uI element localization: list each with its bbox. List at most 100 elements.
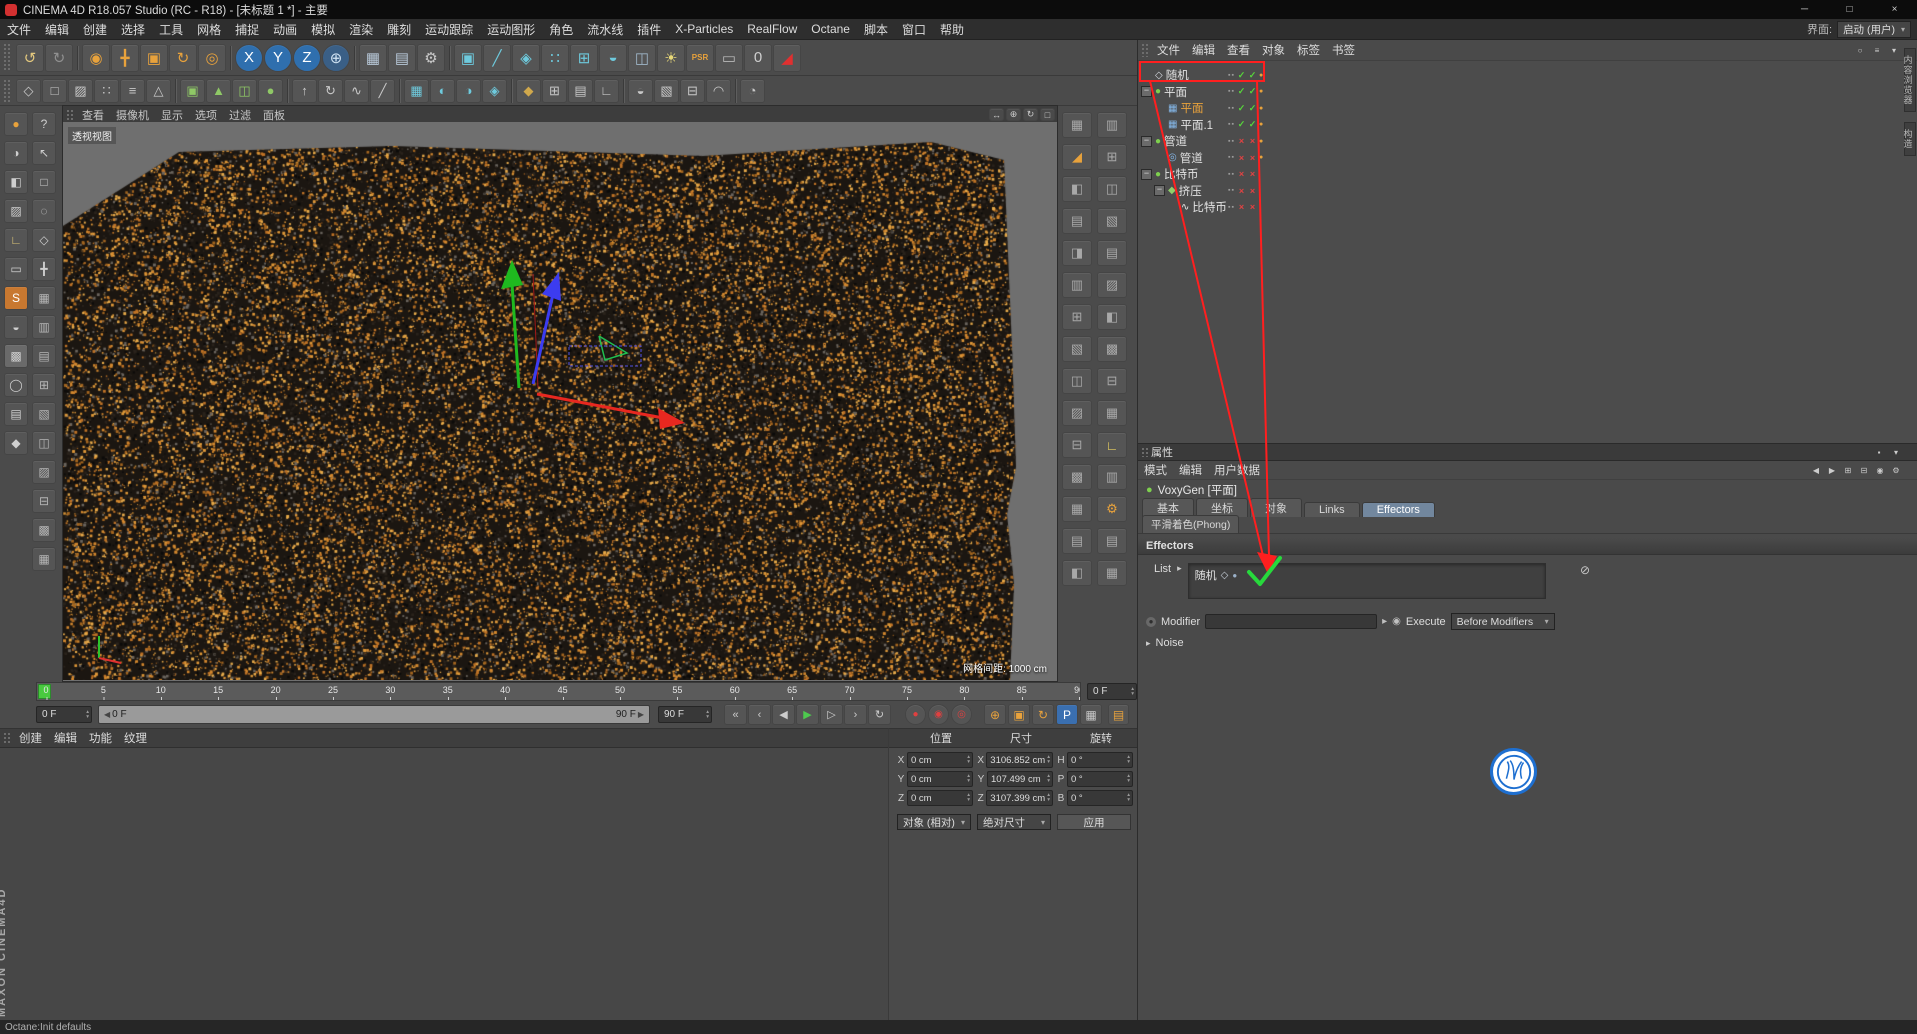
effector-list[interactable]: 随机 ◇ ●	[1188, 563, 1546, 599]
stepper-icon[interactable]: ▴▾	[967, 774, 970, 784]
ruler-frame-field[interactable]: 0 F ▴▾	[1087, 683, 1137, 700]
menubar-item-21[interactable]: 窗口	[902, 21, 926, 38]
coord-field[interactable]: 0 cm▴▾	[907, 771, 973, 787]
boole-icon[interactable]: ◐	[430, 79, 455, 103]
lock-y-icon[interactable]: Y	[264, 44, 292, 72]
viewport-menu-1[interactable]: 查看	[82, 107, 104, 123]
viewport[interactable]: 查看摄像机显示选项过滤面板 ↔⊕↻□ 透视视图 网格间距: 1000 cm	[62, 105, 1058, 682]
end-frame-stepper-icon[interactable]: ▴▾	[706, 710, 709, 720]
material-menu-2[interactable]: 编辑	[54, 730, 77, 746]
sphere-grid-icon[interactable]: ◯	[4, 373, 28, 397]
grid-tool-icon-8[interactable]: ⊟	[32, 489, 56, 513]
render-view-icon[interactable]: ▦	[359, 44, 387, 72]
object-row-2[interactable]: −●平面▪▪✓✓●	[1138, 84, 1917, 101]
menubar-item-5[interactable]: 工具	[159, 21, 183, 38]
menubar-item-18[interactable]: RealFlow	[747, 22, 797, 36]
timeline-ruler[interactable]: 051015202530354045505560657075808590	[36, 682, 1081, 701]
stepper-icon[interactable]: ▴▾	[1127, 755, 1130, 765]
coord-field[interactable]: 0 cm▴▾	[907, 752, 973, 768]
rotate-view-icon[interactable]: ↻	[1023, 108, 1038, 121]
editor-enable-icon[interactable]: ×	[1237, 136, 1246, 146]
coord-field[interactable]: 107.499 cm▴▾	[987, 771, 1053, 787]
size-mode-select[interactable]: 绝对尺寸 ▾	[977, 814, 1051, 830]
menubar-item-7[interactable]: 捕捉	[235, 21, 259, 38]
cube-kit-icon[interactable]: ▦	[1062, 112, 1092, 138]
noise-expand-icon[interactable]: ▸	[1146, 638, 1151, 649]
viewport-grip[interactable]	[66, 109, 73, 120]
render-enable-icon[interactable]: ✓	[1248, 103, 1257, 114]
coord-field[interactable]: 3106.852 cm▴▾	[986, 752, 1053, 768]
texture-mode-icon[interactable]: ▨	[68, 79, 93, 103]
editor-enable-icon[interactable]: ×	[1237, 202, 1246, 212]
stepper-down-icon[interactable]: ▾	[1047, 779, 1050, 784]
panel-kit-icon-12[interactable]: ▤	[1062, 528, 1092, 554]
render-enable-icon[interactable]: ×	[1248, 136, 1257, 146]
attr-menu-2[interactable]: 编辑	[1179, 462, 1202, 478]
psr-icon[interactable]: PSR	[686, 44, 714, 72]
scale-icon[interactable]: ▣	[140, 44, 168, 72]
render-enable-icon[interactable]: ×	[1248, 153, 1257, 163]
menubar-item-4[interactable]: 选择	[121, 21, 145, 38]
material-tag-icon[interactable]: ●	[1259, 138, 1267, 145]
spline-pen-icon[interactable]: ╱	[370, 79, 395, 103]
material-menu-3[interactable]: 功能	[89, 730, 112, 746]
render-enable-icon[interactable]: ×	[1248, 202, 1257, 212]
current-frame-field[interactable]: 0 F ▴▾	[36, 706, 92, 723]
hand-tool-icon[interactable]: ◒	[4, 315, 28, 339]
gear-icon[interactable]: ⚙	[1097, 496, 1127, 522]
coord-system-icon[interactable]: ⊕	[322, 44, 350, 72]
next-key-button[interactable]: ›	[844, 704, 867, 725]
undo-icon[interactable]: ↺	[16, 44, 44, 72]
light-icon[interactable]: ☀	[657, 44, 685, 72]
xparticles-red-icon[interactable]: ◢	[773, 44, 801, 72]
search-icon[interactable]: ○	[1853, 44, 1867, 57]
lock-z-icon[interactable]: Z	[293, 44, 321, 72]
pan-view-icon[interactable]: ↔	[989, 108, 1004, 121]
edges-mode-icon[interactable]: ≡	[120, 79, 145, 103]
stepper-icon[interactable]: ▴▾	[967, 755, 970, 765]
viewport-canvas[interactable]	[63, 122, 1057, 680]
stepper-icon[interactable]: ▴▾	[1047, 755, 1050, 765]
block-icon-9[interactable]: ⊟	[1097, 368, 1127, 394]
material-tag-icon[interactable]: ●	[1259, 88, 1267, 95]
editor-enable-icon[interactable]: ×	[1237, 169, 1246, 179]
collapse-icon[interactable]: −	[1141, 86, 1152, 97]
effector-list-item[interactable]: 随机 ◇ ●	[1189, 564, 1545, 586]
editor-enable-icon[interactable]: ✓	[1237, 103, 1246, 114]
paste-icon[interactable]: ⊟	[1857, 464, 1871, 477]
editor-enable-icon[interactable]: ×	[1237, 153, 1246, 163]
undock-icon[interactable]: ▾	[1889, 446, 1903, 459]
close-button[interactable]: ×	[1872, 0, 1917, 19]
layer-squares-icon[interactable]: ▪▪	[1228, 88, 1235, 95]
layer-squares-icon[interactable]: ▪▪	[1228, 171, 1235, 178]
panel-kit-icon-2[interactable]: ▤	[1062, 208, 1092, 234]
end-frame-field[interactable]: 90 F ▴▾	[658, 706, 712, 723]
record-position-icon[interactable]: ⊕	[984, 704, 1006, 725]
render-enable-icon[interactable]: ✓	[1248, 70, 1257, 81]
sweep-icon[interactable]: ∿	[344, 79, 369, 103]
falloff-icon[interactable]: ◒	[628, 79, 653, 103]
block-icon-11[interactable]: ▥	[1097, 464, 1127, 490]
settings-gear-icon[interactable]: ⚙	[1889, 464, 1903, 477]
panel-kit-icon-5[interactable]: ⊞	[1062, 304, 1092, 330]
magnet-small-icon[interactable]: ◆	[4, 431, 28, 455]
uv-tool-icon[interactable]: ⊟	[680, 79, 705, 103]
paint-icon[interactable]: ▧	[654, 79, 679, 103]
quantize-icon[interactable]: ⊞	[542, 79, 567, 103]
layer-squares-icon[interactable]: ▪▪	[1228, 204, 1235, 211]
panel-kit-icon-7[interactable]: ◫	[1062, 368, 1092, 394]
attr-menu-1[interactable]: 模式	[1144, 462, 1167, 478]
menubar-item-10[interactable]: 渲染	[349, 21, 373, 38]
deer-logo[interactable]	[1490, 748, 1537, 795]
stepper-icon[interactable]: ▴▾	[967, 793, 970, 803]
polygons-mode-icon[interactable]: △	[146, 79, 171, 103]
xparticles-system-icon[interactable]: ∷	[541, 44, 569, 72]
panel-kit-icon-10[interactable]: ▩	[1062, 464, 1092, 490]
render-picture-viewer-icon[interactable]: ▤	[388, 44, 416, 72]
grid-tool-icon-7[interactable]: ▨	[32, 460, 56, 484]
stepper-icon[interactable]: ▴▾	[1127, 793, 1130, 803]
maximize-button[interactable]: □	[1827, 0, 1872, 19]
current-frame-stepper-icon[interactable]: ▴▾	[86, 710, 89, 720]
loop-button[interactable]: ↻	[868, 704, 891, 725]
menubar-item-2[interactable]: 编辑	[45, 21, 69, 38]
